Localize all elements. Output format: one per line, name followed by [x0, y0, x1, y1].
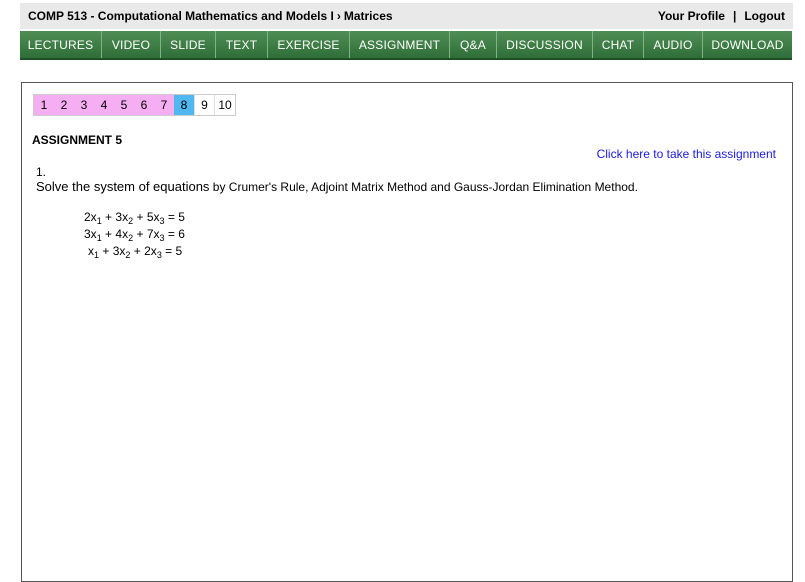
- plus-sign: +: [133, 244, 141, 258]
- term: 3x: [115, 210, 129, 224]
- page-1[interactable]: 1: [34, 95, 54, 115]
- nav-discussion[interactable]: DISCUSSION: [497, 31, 593, 58]
- content-panel: 1 2 3 4 5 6 7 8 9 10 ASSIGNMENT 5 Click …: [21, 82, 793, 582]
- subscript: 2: [125, 250, 131, 260]
- term: 2x: [144, 244, 157, 258]
- rhs-value: 6: [178, 227, 185, 241]
- term: 5x: [146, 210, 160, 224]
- plus-sign: +: [136, 210, 144, 224]
- question-number: 1.: [36, 165, 47, 179]
- plus-sign: +: [136, 227, 144, 241]
- nav-text[interactable]: TEXT: [216, 31, 268, 58]
- term: 4x: [115, 227, 129, 241]
- subscript: 3: [159, 216, 165, 226]
- question-rest: by Crumer's Rule, Adjoint Matrix Method …: [209, 180, 638, 194]
- page-2[interactable]: 2: [54, 95, 74, 115]
- plus-sign: +: [105, 227, 113, 241]
- plus-sign: +: [102, 244, 110, 258]
- equals-sign: =: [167, 227, 175, 241]
- question-text: Solve the system of equations by Crumer'…: [36, 179, 638, 194]
- page-4[interactable]: 4: [94, 95, 114, 115]
- take-assignment-link[interactable]: Click here to take this assignment: [597, 147, 776, 161]
- nav-chat[interactable]: CHAT: [593, 31, 644, 58]
- assignment-title: ASSIGNMENT 5: [32, 133, 123, 147]
- nav-assignment[interactable]: ASSIGNMENT: [350, 31, 450, 58]
- breadcrumb: COMP 513 - Computational Mathematics and…: [28, 9, 393, 23]
- equation-row: 2x1 + 3x2 + 5x3 = 5: [84, 209, 185, 226]
- page-8-current[interactable]: 8: [174, 95, 194, 115]
- nav-audio[interactable]: AUDIO: [644, 31, 703, 58]
- page-7[interactable]: 7: [154, 95, 174, 115]
- section-title: Matrices: [343, 9, 393, 23]
- page-3[interactable]: 3: [74, 95, 94, 115]
- rhs-value: 5: [178, 210, 185, 224]
- question-lead: Solve the system of equations: [36, 179, 210, 194]
- page-10[interactable]: 10: [214, 95, 235, 115]
- nav-slide[interactable]: SLIDE: [161, 31, 216, 58]
- nav-download[interactable]: DOWNLOAD: [703, 31, 792, 58]
- equals-sign: =: [167, 210, 175, 224]
- equation-row: x1 + 3x2 + 2x3 = 5: [84, 243, 185, 260]
- main-nav: LECTURES VIDEO SLIDE TEXT EXERCISE ASSIG…: [20, 31, 792, 60]
- term: 3x: [112, 244, 126, 258]
- subscript: 3: [159, 233, 165, 243]
- term: 7x: [146, 227, 160, 241]
- subscript: 1: [94, 250, 100, 260]
- page-5[interactable]: 5: [114, 95, 134, 115]
- logout-link[interactable]: Logout: [744, 9, 785, 23]
- term: 2x: [84, 210, 97, 224]
- top-bar: COMP 513 - Computational Mathematics and…: [20, 3, 793, 29]
- subscript: 1: [96, 216, 102, 226]
- course-title[interactable]: COMP 513 - Computational Mathematics and…: [28, 9, 334, 23]
- page-6[interactable]: 6: [134, 95, 154, 115]
- nav-qa[interactable]: Q&A: [450, 31, 497, 58]
- term: 3x: [84, 227, 97, 241]
- subscript: 2: [128, 233, 134, 243]
- breadcrumb-separator: ›: [336, 9, 341, 23]
- subscript: 2: [128, 216, 134, 226]
- page-9[interactable]: 9: [194, 95, 214, 115]
- equals-sign: =: [165, 244, 173, 258]
- equation-system: 2x1 + 3x2 + 5x3 = 5 3x1 + 4x2 + 7x3 = 6 …: [84, 209, 185, 260]
- profile-link[interactable]: Your Profile: [658, 9, 725, 23]
- subscript: 1: [96, 233, 102, 243]
- user-links: Your Profile | Logout: [658, 9, 785, 23]
- plus-sign: +: [105, 210, 113, 224]
- page-selector: 1 2 3 4 5 6 7 8 9 10: [33, 94, 236, 116]
- rhs-value: 5: [175, 244, 183, 258]
- equation-row: 3x1 + 4x2 + 7x3 = 6: [84, 226, 185, 243]
- nav-video[interactable]: VIDEO: [102, 31, 161, 58]
- nav-exercise[interactable]: EXERCISE: [268, 31, 350, 58]
- nav-lectures[interactable]: LECTURES: [20, 31, 102, 58]
- subscript: 3: [156, 250, 162, 260]
- link-divider: |: [732, 9, 737, 23]
